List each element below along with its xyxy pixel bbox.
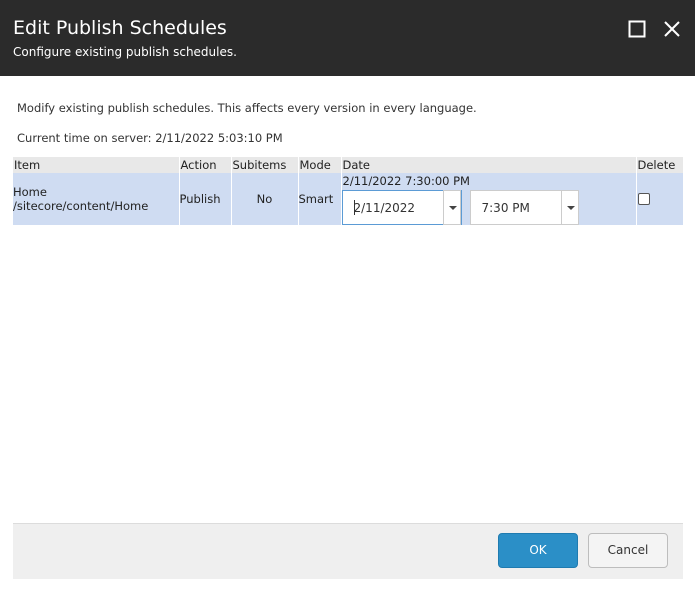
close-icon xyxy=(664,21,680,37)
dialog-title: Edit Publish Schedules xyxy=(13,17,227,39)
date-dropdown-button[interactable] xyxy=(442,190,461,225)
dialog-subtitle: Configure existing publish schedules. xyxy=(13,45,237,59)
chevron-down-icon xyxy=(566,206,575,210)
server-time-text: Current time on server: 2/11/2022 5:03:1… xyxy=(17,131,283,145)
subitems-cell: No xyxy=(230,173,298,225)
edit-publish-schedules-dialog: Edit Publish Schedules Configure existin… xyxy=(0,0,695,592)
delete-checkbox[interactable] xyxy=(637,192,650,205)
table-row: Home /sitecore/content/Home Publish No S… xyxy=(13,173,683,225)
chevron-down-icon xyxy=(448,206,457,210)
column-header-action: Action xyxy=(178,157,231,173)
time-dropdown-button[interactable] xyxy=(560,190,579,225)
table-header-row: Item Action Subitems Mode Date Delete xyxy=(13,157,683,173)
text-caret xyxy=(353,200,355,215)
item-name: Home xyxy=(13,185,47,199)
item-cell: Home /sitecore/content/Home xyxy=(13,173,179,225)
mode-cell: Smart xyxy=(297,173,341,225)
column-header-date: Date xyxy=(340,157,636,173)
time-select-value: 7:30 PM xyxy=(481,201,530,215)
action-cell: Publish xyxy=(178,173,231,225)
column-header-mode: Mode xyxy=(297,157,341,173)
dialog-footer: OK Cancel xyxy=(13,523,683,579)
date-cell: 2/11/2022 7:30:00 PM 2/11/2022 7:30 PM xyxy=(340,173,636,225)
close-button[interactable] xyxy=(662,19,682,39)
schedules-table: Item Action Subitems Mode Date Delete Ho… xyxy=(13,157,683,225)
date-input-value: 2/11/2022 xyxy=(353,201,416,215)
item-path: /sitecore/content/Home xyxy=(13,199,149,213)
column-header-delete: Delete xyxy=(635,157,683,173)
delete-cell xyxy=(635,173,683,225)
column-header-subitems: Subitems xyxy=(230,157,298,173)
dialog-header: Edit Publish Schedules Configure existin… xyxy=(0,0,695,76)
cancel-button[interactable]: Cancel xyxy=(588,533,668,568)
ok-button[interactable]: OK xyxy=(498,533,578,568)
intro-text: Modify existing publish schedules. This … xyxy=(17,101,477,115)
scheduled-date-text: 2/11/2022 7:30:00 PM xyxy=(342,174,470,188)
maximize-icon xyxy=(628,20,646,38)
column-header-item: Item xyxy=(13,157,179,173)
maximize-button[interactable] xyxy=(627,19,647,39)
